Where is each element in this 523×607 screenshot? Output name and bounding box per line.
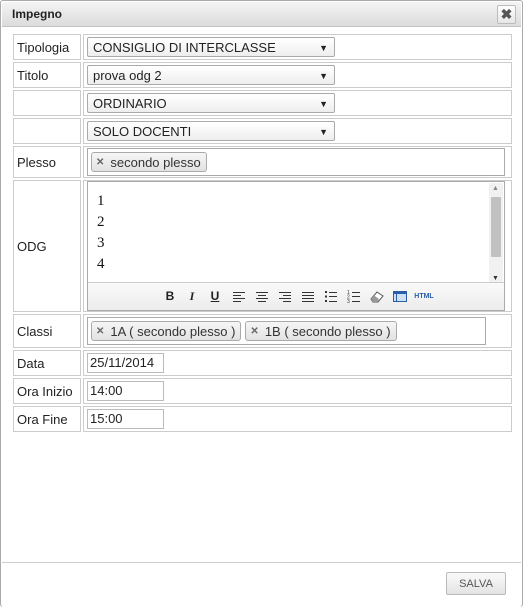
chevron-down-icon: ▼ [319,43,328,53]
data-input[interactable]: 25/11/2014 [87,353,164,373]
underline-button[interactable]: U [209,289,221,304]
classi-tag-input[interactable]: ✕ 1A ( secondo plesso ) ✕ 1B ( secondo p… [87,317,486,345]
titolo-select[interactable]: prova odg 2 ▼ [87,65,335,85]
scroll-down-icon[interactable]: ▼ [492,275,499,282]
partecipanti-value: SOLO DOCENTI [93,124,192,139]
tag-chip: ✕ 1B ( secondo plesso ) [245,321,397,341]
classi-label: Classi [13,314,81,348]
align-justify-icon[interactable] [300,289,316,304]
align-center-icon[interactable] [254,289,270,304]
tipo-seduta-select[interactable]: ORDINARIO ▼ [87,93,335,113]
dialog-titlebar[interactable]: Impegno ✖ [2,2,521,27]
tipologia-value: CONSIGLIO DI INTERCLASSE [93,40,276,55]
table-icon[interactable] [392,289,408,304]
impegno-dialog: Impegno ✖ Tipologia CONSIGLIO DI INTERCL… [0,0,523,607]
dialog-title: Impegno [12,7,62,21]
titolo-label: Titolo [13,62,81,88]
close-icon[interactable]: ✕ [96,326,104,337]
editor-content[interactable]: 1 2 3 4 [97,191,105,275]
italic-button[interactable]: I [186,289,198,304]
tipologia-label: Tipologia [13,34,81,60]
close-icon: ✖ [500,6,513,22]
close-icon[interactable]: ✕ [96,157,104,168]
html-button[interactable]: HTML [413,289,435,304]
ora-fine-label: Ora Fine [13,406,81,432]
tag-label: secondo plesso [110,154,201,170]
odg-line: 2 [97,214,105,230]
odg-label: ODG [13,180,81,312]
empty-label [13,90,81,116]
dialog-footer: SALVA [2,562,521,607]
tag-label: 1A ( secondo plesso ) [110,323,236,339]
odg-line: 3 [97,235,105,251]
align-left-icon[interactable] [231,289,247,304]
partecipanti-select[interactable]: SOLO DOCENTI ▼ [87,121,335,141]
chevron-down-icon: ▼ [319,127,328,137]
plesso-tag-input[interactable]: ✕ secondo plesso [87,148,505,176]
editor-toolbar: B I U 123 HTML [88,282,504,310]
close-button[interactable]: ✖ [497,5,516,24]
odg-line: 4 [97,256,105,272]
tag-chip: ✕ 1A ( secondo plesso ) [91,321,242,341]
tag-chip: ✕ secondo plesso [91,152,207,172]
data-label: Data [13,350,81,376]
scroll-thumb[interactable] [491,197,501,257]
ora-inizio-label: Ora Inizio [13,378,81,404]
ora-inizio-input[interactable]: 14:00 [87,381,164,401]
eraser-icon[interactable] [369,289,385,304]
bullet-list-icon[interactable] [323,289,339,304]
bold-button[interactable]: B [164,289,176,304]
impegno-form: Tipologia CONSIGLIO DI INTERCLASSE ▼ Tit… [11,32,514,434]
tipologia-select[interactable]: CONSIGLIO DI INTERCLASSE ▼ [87,37,335,57]
align-right-icon[interactable] [277,289,293,304]
tipo-seduta-value: ORDINARIO [93,96,167,111]
tag-label: 1B ( secondo plesso ) [264,323,391,339]
scroll-up-icon[interactable]: ▲ [492,185,499,192]
editor-scrollbar[interactable]: ▲ ▼ [489,183,503,284]
plesso-label: Plesso [13,146,81,178]
save-button[interactable]: SALVA [446,572,506,595]
svg-text:3: 3 [347,299,350,304]
chevron-down-icon: ▼ [319,71,328,81]
ora-fine-input[interactable]: 15:00 [87,409,164,429]
numbered-list-icon[interactable]: 123 [346,289,362,304]
titolo-value: prova odg 2 [93,68,162,83]
odg-editor[interactable]: 1 2 3 4 ▲ ▼ B I U 1 2 3 HTML [87,181,505,311]
odg-line: 1 [97,193,105,209]
empty-label [13,118,81,144]
chevron-down-icon: ▼ [319,99,328,109]
close-icon[interactable]: ✕ [250,326,258,337]
